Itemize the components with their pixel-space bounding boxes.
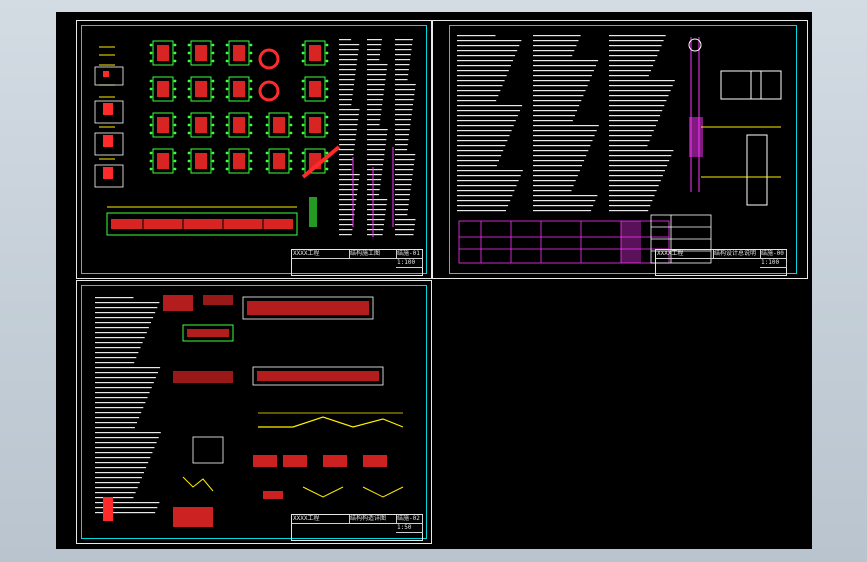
title-sheet-no: 结施-01 — [396, 250, 423, 259]
title-block: XXXX工程 结构构造详图 结施-02 1:50 — [291, 514, 423, 541]
title-drawing: 结构施工图 — [349, 250, 397, 259]
title-sheet-no: 结施-02 — [396, 515, 423, 524]
title-project: XXXX工程 — [292, 250, 350, 259]
column-sections-drawing — [94, 39, 416, 237]
title-scale: 1:50 — [396, 524, 423, 533]
title-sheet-no: 结施-00 — [760, 250, 787, 259]
title-block: XXXX工程 结构设计总说明 结施-00 1:100 — [655, 249, 787, 276]
title-project: XXXX工程 — [656, 250, 714, 259]
title-drawing: 结构设计总说明 — [713, 250, 761, 259]
title-block: XXXX工程 结构施工图 结施-01 1:100 — [291, 249, 423, 276]
sheet-structural-plans[interactable]: XXXX工程 结构施工图 结施-01 1:100 — [76, 20, 432, 279]
sheet-design-notes[interactable]: XXXX工程 结构设计总说明 结施-00 1:100 — [432, 20, 808, 279]
sheet-details[interactable]: XXXX工程 结构构造详图 结施-02 1:50 — [76, 280, 432, 544]
title-drawing: 结构构造详图 — [349, 515, 397, 524]
cad-viewport[interactable]: XXXX工程 结构施工图 结施-01 1:100 XXXX工程 结构设计总说明 … — [56, 12, 812, 549]
title-project: XXXX工程 — [292, 515, 350, 524]
title-scale: 1:100 — [396, 259, 423, 268]
title-scale: 1:100 — [760, 259, 787, 268]
details-drawing — [95, 295, 404, 527]
design-notes-drawing — [457, 35, 782, 264]
